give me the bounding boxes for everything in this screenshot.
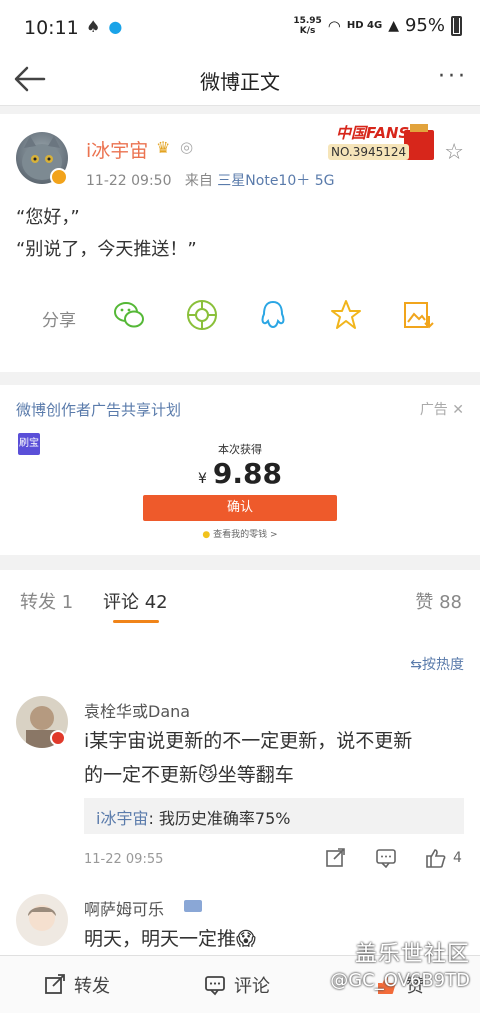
tab-like[interactable]: 赞 88 [415, 588, 462, 614]
close-icon[interactable]: ✕ [452, 402, 464, 418]
ad-title[interactable]: 微博创作者广告共享计划 [16, 399, 181, 420]
like-count: 4 [453, 850, 462, 866]
comment-button[interactable]: 评论 [204, 972, 270, 998]
notification-icons: ♠ ● [86, 17, 122, 36]
fans-badge[interactable]: 中国FANS NO.3945124 [318, 120, 438, 168]
comment-tabs: 转发 1 评论 42 赞 88 [0, 570, 480, 630]
commenter-name-2[interactable]: 啊萨姆可乐 [84, 896, 164, 920]
post-time: 11-22 09:50 [86, 173, 172, 189]
wallet-link[interactable]: ● 查看我的零钱 > [0, 527, 480, 540]
sort-icon: ⇆ [410, 657, 422, 673]
app-notification-icon: ♠ [86, 17, 101, 36]
battery-level: 95% [404, 15, 445, 36]
comment-text: i某宇宙说更新的不一定更新，说不更新 的一定不更新😼坐等翻车 [84, 730, 413, 786]
wifi-icon: ◠ [327, 16, 341, 35]
ad-card: 微博创作者广告共享计划 广告 ✕ 刷宝 本次获得 ¥9.88 确认 ● 查看我的… [0, 385, 480, 555]
reply-text: : 我历史准确率75% [148, 809, 291, 828]
post-source[interactable]: 三星Note10＋ 5G [217, 173, 334, 189]
top-navbar: 微博正文 ··· [0, 56, 480, 106]
signal-icon: ▲ [388, 17, 399, 34]
post-content: “您好，” “别说了，今天推送！” [16, 202, 197, 266]
comment-text-2: 明天，明天一定推😱 [84, 928, 256, 950]
comment-time: 11-22 09:55 [84, 852, 164, 867]
qq-icon: ● [108, 17, 123, 36]
ad-amount: ¥9.88 [0, 457, 480, 490]
coin-icon: ● [202, 530, 211, 540]
repost-icon [45, 974, 65, 994]
share-label: 分享 [42, 311, 76, 331]
ad-tag[interactable]: 广告 ✕ [420, 399, 464, 419]
reply-author[interactable]: i冰宇宙 [96, 809, 148, 828]
fans-badge-title: 中国FANS [336, 124, 410, 142]
favorite-icon[interactable] [329, 298, 363, 332]
verified-badge-icon [50, 168, 68, 186]
network-type: HD 4G [346, 20, 383, 31]
tab-repost[interactable]: 转发 1 [20, 588, 73, 614]
post-line-1: “您好，” [16, 207, 80, 228]
reply-comment-icon[interactable] [375, 848, 397, 872]
reply-preview[interactable]: i冰宇宙: 我历史准确率75% [84, 798, 464, 834]
commenter-badge-icon [50, 730, 66, 746]
weibo-post: i冰宇宙 ♛ ◎ 中国FANS NO.3945124 ☆ 11-22 09:50… [0, 114, 480, 372]
wechat-icon[interactable] [112, 298, 146, 332]
clock: 10:11 [24, 17, 79, 39]
status-bar: 10:11 ♠ ● 15.95 K/s ◠ HD 4G ▲ 95% [0, 0, 480, 56]
fans-badge-number: NO.3945124 [328, 144, 410, 160]
medal-icon: ◎ [180, 138, 194, 156]
repost-comment-icon[interactable] [325, 848, 347, 872]
commenter-avatar-2[interactable] [16, 894, 68, 946]
moments-icon[interactable] [185, 298, 219, 332]
thumbs-up-icon [426, 849, 446, 868]
like-comment-button[interactable]: 4 [425, 848, 462, 868]
qq-share-icon[interactable] [256, 298, 290, 332]
author-name[interactable]: i冰宇宙 [86, 136, 148, 163]
post-meta: 11-22 09:50 来自 三星Note10＋ 5G [86, 170, 334, 190]
post-line-2: “别说了，今天推送！” [16, 239, 197, 260]
vip-crown-icon: ♛ [156, 138, 171, 157]
level-badge-icon [184, 900, 202, 912]
favorite-star-icon[interactable]: ☆ [444, 140, 464, 165]
watermark-title: 盖乐世社区 [354, 942, 470, 967]
comment-icon [205, 976, 225, 996]
page-title: 微博正文 [200, 70, 280, 94]
ad-subtitle: 本次获得 [218, 443, 262, 456]
repost-button[interactable]: 转发 [44, 972, 110, 998]
save-image-icon[interactable] [401, 298, 435, 332]
status-right: 15.95 K/s ◠ HD 4G ▲ 95% [293, 15, 462, 36]
tab-comment[interactable]: 评论 42 [103, 588, 168, 614]
tab-underline [113, 620, 159, 623]
network-speed: 15.95 K/s [293, 15, 322, 36]
source-prefix: 来自 [184, 173, 213, 189]
amount-value: 9.88 [212, 457, 282, 490]
battery-icon [451, 15, 462, 36]
watermark-handle: @GC_OV6B9TD [330, 970, 470, 991]
comments-section: 转发 1 评论 42 赞 88 ⇆按热度 袁栓华或Dana i某宇宙说更新的不一… [0, 570, 480, 960]
currency-symbol: ¥ [197, 471, 207, 487]
more-options-icon[interactable]: ··· [438, 64, 468, 89]
commenter-name[interactable]: 袁栓华或Dana [84, 698, 190, 722]
sort-toggle[interactable]: ⇆按热度 [410, 654, 464, 674]
share-row: 分享 [0, 298, 480, 338]
confirm-button[interactable]: 确认 [143, 495, 337, 521]
